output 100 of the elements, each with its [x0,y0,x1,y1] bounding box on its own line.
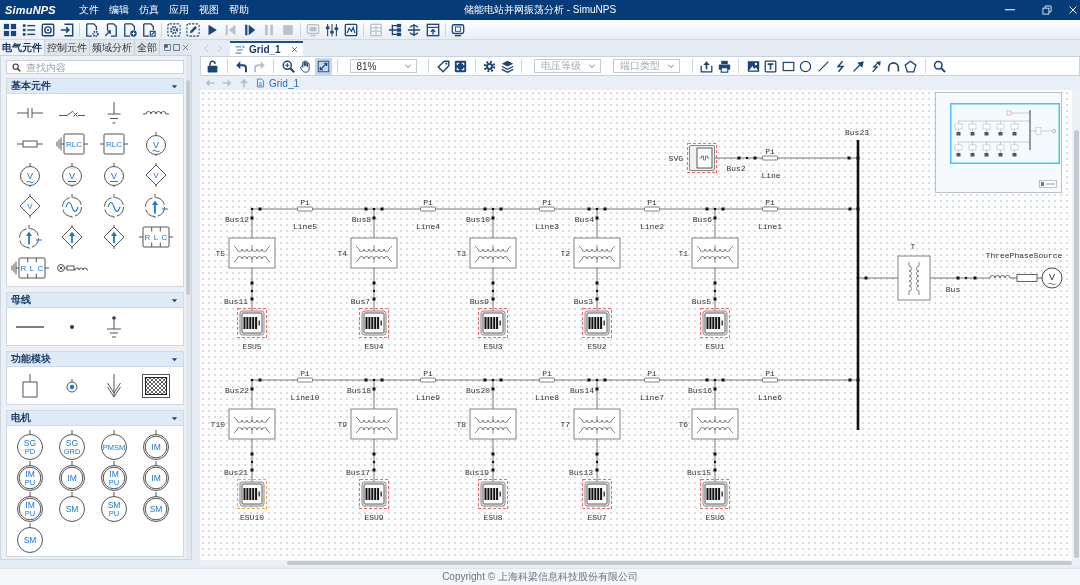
document-export-icon[interactable] [142,22,156,37]
gear-frame-icon[interactable] [167,22,181,37]
float-window-icon[interactable] [164,44,171,51]
scale-control-icon[interactable] [1039,180,1057,188]
port-icon[interactable] [66,378,78,393]
current-source-icon[interactable] [18,224,42,249]
section-header[interactable]: 基本元件 [6,78,184,94]
ground-icon[interactable] [107,101,121,124]
search-icon[interactable] [933,59,946,73]
sliders-icon[interactable] [325,22,339,37]
down-arrow-icon[interactable] [106,373,122,398]
machine-coil-icon[interactable] [56,263,88,272]
busbar[interactable] [856,140,860,430]
scrollbar-thumb[interactable] [287,561,1072,565]
menu-item[interactable]: 视图 [198,0,219,20]
pencil-frame-icon[interactable] [186,22,200,37]
undo-icon[interactable] [235,59,248,73]
inductor-icon[interactable] [143,110,169,115]
tag-icon[interactable] [436,59,450,73]
transformer-block[interactable] [228,408,276,440]
menu-item[interactable]: 编辑 [108,0,129,20]
transformer-block[interactable] [350,408,398,440]
resistor-icon[interactable] [1016,274,1043,282]
pi-section-icon[interactable] [297,206,313,212]
document-gear-icon[interactable] [85,22,99,37]
rectangle-icon[interactable] [781,59,795,73]
transformer-block[interactable] [469,237,517,269]
document-tab[interactable]: Grid_1 [230,41,303,56]
menu-item[interactable]: 应用 [168,0,189,20]
ac-current-source-icon[interactable] [104,193,124,218]
tree-icon[interactable] [388,22,402,37]
document-link-icon[interactable] [104,22,118,37]
dc-voltage-source-icon[interactable]: V [62,162,82,187]
fit-icon[interactable] [316,59,330,73]
tiles-icon[interactable] [3,22,17,37]
lock-open-icon[interactable] [206,59,219,73]
pi-section-icon[interactable] [297,377,313,383]
screen-icon[interactable] [451,22,465,37]
pi-section-icon[interactable] [539,377,555,383]
section-header[interactable]: 电机 [6,410,184,426]
busbar-icon[interactable] [16,325,44,328]
transformer-block[interactable] [573,408,621,440]
scrollbar-thumb[interactable] [1074,130,1079,558]
pi-section-icon[interactable] [644,206,660,212]
restore-icon[interactable] [1042,5,1052,15]
zigzag-icon[interactable] [834,59,847,73]
minimize-icon[interactable] [1005,9,1015,11]
controlled-current-source-icon[interactable] [103,224,125,249]
dropdown[interactable]: 端口类型 [613,59,680,73]
pi-section-icon[interactable] [420,377,436,383]
transformer-block[interactable] [573,237,621,269]
resistor-icon[interactable] [17,139,43,148]
transformer-block[interactable] [228,237,276,269]
lightning-arrow-icon[interactable] [869,59,882,73]
document-add-icon[interactable] [123,22,137,37]
target-frame-icon[interactable] [41,22,55,37]
maximize-icon[interactable] [173,44,180,51]
controlled-current-source-icon[interactable] [61,224,83,249]
ac-voltage-source-icon[interactable]: V [146,131,166,156]
scrollbar-thumb[interactable] [186,80,190,295]
upload-icon[interactable] [700,59,713,73]
crosshair-icon[interactable] [407,22,421,37]
step-forward-icon[interactable] [243,22,257,37]
breadcrumb-link[interactable]: Grid_1 [269,77,299,89]
list-icon[interactable] [22,22,36,37]
menu-item[interactable]: 仿真 [138,0,159,20]
library-tab[interactable]: 控制元件 [45,40,90,55]
transformer-block[interactable] [897,255,931,301]
rlc-icon[interactable]: RLC [100,132,128,155]
pi-section-icon[interactable] [762,206,778,212]
pi-section-icon[interactable] [762,377,778,383]
printer-icon[interactable] [717,59,731,73]
breaker-icon[interactable] [59,108,85,117]
voltage-source-symbol[interactable]: V [1041,267,1063,289]
fit-screen-icon[interactable] [454,59,467,73]
menu-item[interactable]: 帮助 [228,0,249,20]
pi-section-icon[interactable] [762,155,778,161]
pi-section-icon[interactable] [644,377,660,383]
dc-voltage-source-icon[interactable]: V [104,162,124,187]
import-icon[interactable] [60,22,74,37]
transformer-block[interactable] [691,237,739,269]
frame-upload-icon[interactable] [426,22,440,37]
chart-window-icon[interactable] [344,22,358,37]
node-icon[interactable] [70,324,74,329]
transformer-block[interactable] [691,408,739,440]
library-tab[interactable]: 全部 [135,40,160,55]
dropdown[interactable]: 电压等级 [533,59,601,73]
grounded-node-icon[interactable] [106,315,122,338]
text-box-icon[interactable] [764,59,777,73]
line-icon[interactable] [816,59,830,73]
ac-voltage-source-icon[interactable]: V [20,162,40,187]
ac-current-source-icon[interactable] [62,193,82,218]
dropdown[interactable]: 81% [349,59,417,73]
gear-icon[interactable] [483,59,496,73]
hatched-box-icon[interactable] [142,373,170,398]
pentagon-icon[interactable] [904,59,917,73]
pi-section-icon[interactable] [539,206,555,212]
hand-icon[interactable] [299,59,312,73]
circle-icon[interactable] [799,59,812,73]
image-icon[interactable] [746,59,760,73]
